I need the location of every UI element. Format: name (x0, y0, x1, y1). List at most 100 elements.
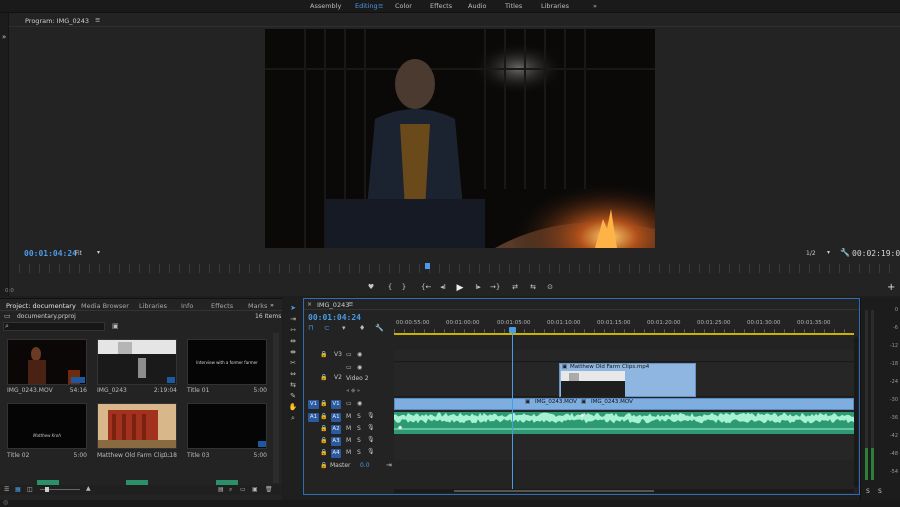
lock-icon[interactable]: 🔒 (320, 351, 327, 358)
sync-icon[interactable]: ▭ (346, 400, 352, 407)
clip-thumbnail[interactable] (97, 403, 177, 449)
ripple-edit-tool-icon[interactable]: ⇿ (288, 326, 298, 335)
title-thumbnail[interactable] (187, 403, 267, 449)
tab-effects[interactable]: Effects (211, 302, 233, 310)
export-frame-button[interactable]: ⊙ (545, 283, 555, 291)
lane-a4[interactable] (394, 448, 854, 460)
solo-button[interactable]: S (357, 437, 361, 444)
step-back-button[interactable]: ◂I (438, 283, 448, 291)
zoom-slider-handle[interactable] (45, 487, 49, 492)
resolution-select[interactable]: 1/2 (806, 250, 816, 257)
add-marker-button[interactable]: ♥ (366, 283, 376, 291)
settings-wrench-icon[interactable]: 🔧 (375, 324, 384, 332)
playhead-marker[interactable] (425, 263, 430, 269)
hand-tool-icon[interactable]: ✋ (288, 403, 298, 412)
close-icon[interactable]: × (307, 301, 312, 308)
lock-icon[interactable]: 🔒 (320, 374, 327, 381)
chevron-down-icon[interactable]: ▾ (97, 249, 100, 256)
solo-left-button[interactable]: S (866, 488, 870, 495)
eye-icon[interactable]: ◉ (357, 400, 362, 407)
lock-icon[interactable]: 🔒 (320, 425, 327, 432)
automate-to-sequence-icon[interactable]: ▤ (218, 486, 224, 493)
slide-tool-icon[interactable]: ⇆ (288, 381, 298, 390)
lock-icon[interactable]: 🔒 (320, 437, 327, 444)
lane-v3[interactable] (394, 350, 854, 362)
play-button[interactable]: ▶ (455, 283, 465, 293)
search-input[interactable] (3, 322, 105, 331)
solo-right-button[interactable]: S (878, 488, 882, 495)
master-volume[interactable]: 0.0 (360, 462, 370, 469)
program-menu-icon[interactable]: ≡ (95, 16, 100, 24)
sequence-thumbnail[interactable] (97, 339, 177, 385)
sync-icon[interactable]: ▭ (346, 364, 352, 371)
mute-button[interactable]: M (346, 437, 351, 444)
sync-icon[interactable]: ▭ (346, 351, 352, 358)
title-thumbnail[interactable]: Interview with a former farmer (187, 339, 267, 385)
keyframe-nav-icon[interactable]: ◂ ◆ ▸ (346, 387, 360, 394)
icon-view-icon[interactable]: ▦ (15, 486, 21, 493)
workspace-tab-audio[interactable]: Audio (468, 2, 486, 10)
mark-out-button[interactable]: } (399, 283, 409, 291)
lock-icon[interactable]: 🔒 (320, 462, 327, 469)
workspace-tab-editing[interactable]: Editing (355, 2, 378, 10)
go-to-end-icon[interactable]: ⇥ (386, 461, 392, 469)
lane-a3[interactable] (394, 436, 854, 448)
extract-button[interactable]: ⇆ (528, 283, 538, 291)
linked-selection-icon[interactable]: ⊂ (324, 324, 330, 332)
title-thumbnail[interactable]: Matthew Kroh (7, 403, 87, 449)
rate-stretch-tool-icon[interactable]: ⇼ (288, 348, 298, 357)
razor-tool-icon[interactable]: ✂ (288, 359, 298, 368)
more-tabs-icon[interactable]: » (270, 301, 274, 309)
mute-button[interactable]: M (346, 425, 351, 432)
timeline-vscrollbar[interactable] (854, 337, 858, 487)
eye-icon[interactable]: ◉ (357, 364, 362, 371)
timeline-timecode[interactable]: 00:01:04:24 (308, 313, 361, 322)
timeline-hscroll-thumb[interactable] (454, 490, 654, 492)
sequence-menu-icon[interactable]: ≡ (348, 300, 353, 308)
tab-info[interactable]: Info (181, 302, 193, 310)
work-area-bar[interactable] (394, 333, 854, 335)
source-patch[interactable]: A1 (308, 413, 319, 422)
track-target[interactable]: A1 (331, 413, 341, 422)
mic-icon[interactable]: 🎙 (367, 412, 375, 419)
find-icon[interactable]: ⌕ (229, 486, 232, 494)
timeline-playhead-line[interactable] (512, 333, 513, 493)
source-patch[interactable]: V1 (308, 400, 319, 409)
clip-v1[interactable]: ▣ IMG_0243.MOV ▣ IMG_0243.MOV (394, 398, 854, 410)
wrench-icon[interactable]: 🔧 (840, 248, 850, 257)
tab-project[interactable]: Project: documentary (6, 302, 76, 310)
snap-icon[interactable]: ⊓ (308, 324, 313, 332)
tab-libraries[interactable]: Libraries (139, 302, 167, 310)
add-button-icon[interactable]: + (887, 282, 895, 293)
mic-icon[interactable]: 🎙 (367, 424, 375, 431)
step-forward-button[interactable]: I▸ (473, 283, 483, 291)
track-target[interactable]: A2 (331, 425, 341, 434)
track-label[interactable]: V2 (334, 374, 342, 381)
lock-icon[interactable]: 🔒 (320, 413, 327, 420)
lock-icon[interactable]: 🔒 (320, 400, 327, 407)
workspace-tab-assembly[interactable]: Assembly (310, 2, 341, 10)
solo-button[interactable]: S (357, 449, 361, 456)
new-bin-icon[interactable]: ▭ (240, 486, 246, 493)
zoom-tool-icon[interactable]: ⌕ (288, 414, 298, 423)
track-target[interactable]: A4 (331, 449, 341, 458)
track-select-tool-icon[interactable]: ⇥ (288, 315, 298, 324)
lock-icon[interactable]: 🔒 (320, 449, 327, 456)
audio-clip-a1[interactable] (394, 412, 854, 424)
eye-icon[interactable]: ◉ (357, 351, 362, 358)
project-scrollbar[interactable] (273, 333, 279, 483)
workspace-tab-titles[interactable]: Titles (505, 2, 522, 10)
track-target[interactable]: A3 (331, 437, 341, 446)
solo-button[interactable]: S (357, 425, 361, 432)
track-label[interactable]: V3 (334, 351, 342, 358)
go-to-in-button[interactable]: {← (421, 283, 431, 291)
workspace-tab-libraries[interactable]: Libraries (541, 2, 569, 10)
tab-media-browser[interactable]: Media Browser (81, 302, 129, 310)
workspace-tab-effects[interactable]: Effects (430, 2, 452, 10)
tab-marks[interactable]: Marks (248, 302, 267, 310)
mic-icon[interactable]: 🎙 (367, 448, 375, 455)
workspace-tab-color[interactable]: Color (395, 2, 412, 10)
trash-icon[interactable]: 🗑 (265, 486, 273, 493)
mute-button[interactable]: M (346, 413, 351, 420)
new-bin-icon[interactable]: ▣ (112, 322, 119, 330)
